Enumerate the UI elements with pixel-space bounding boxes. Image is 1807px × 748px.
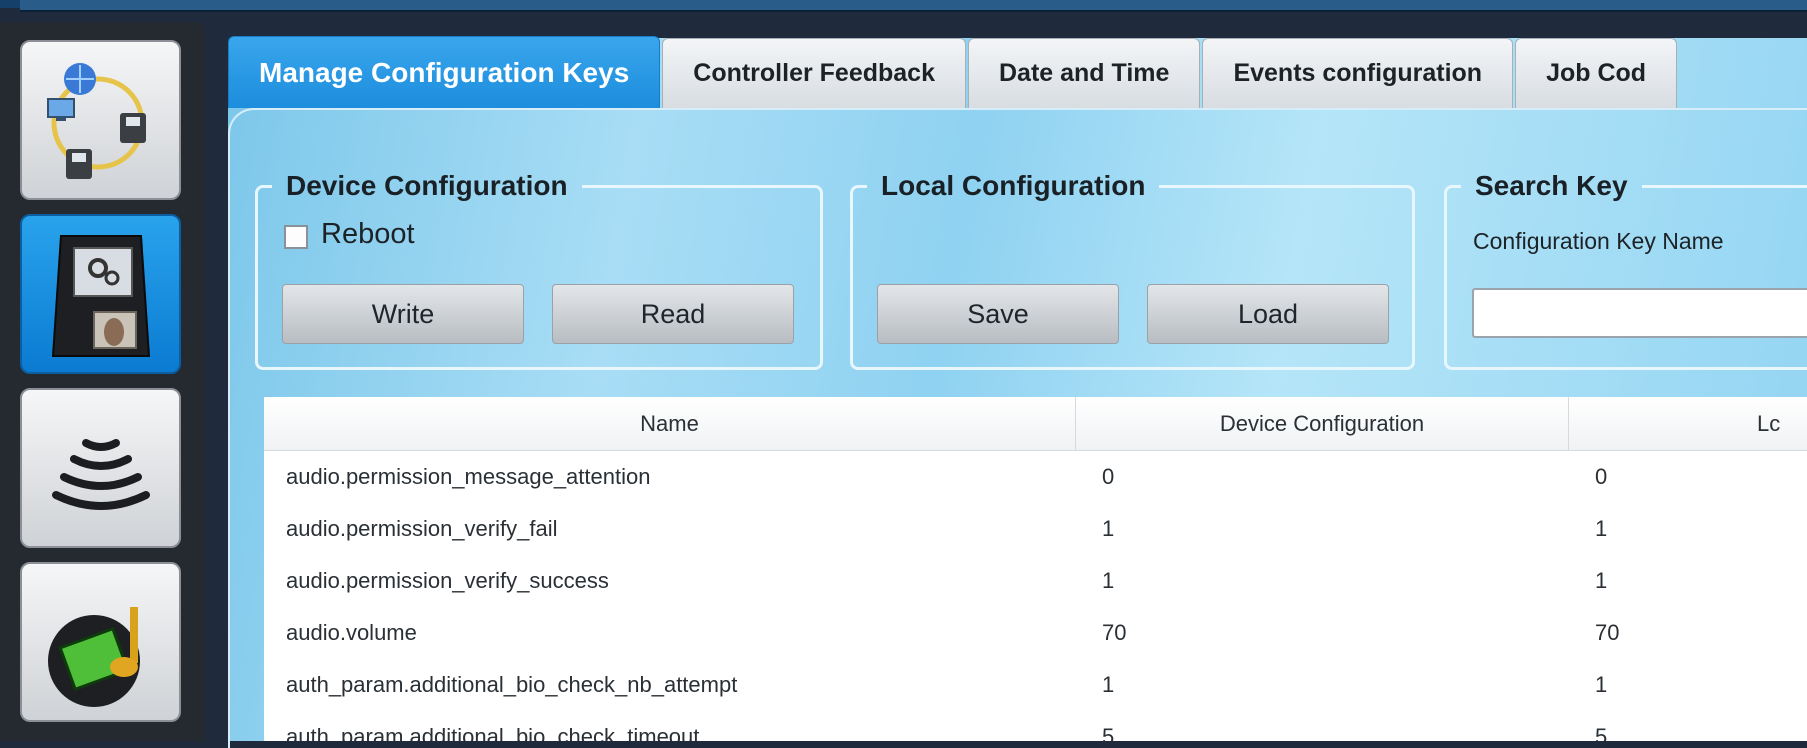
table-row[interactable]: audio.permission_verify_fail 1 1 bbox=[264, 503, 1807, 555]
device-configuration-legend: Device Configuration bbox=[286, 170, 568, 201]
table-row[interactable]: audio.permission_message_attention 0 0 bbox=[264, 451, 1807, 503]
cell-key-name: audio.permission_message_attention bbox=[286, 464, 651, 489]
cell-device-value: 1 bbox=[1102, 568, 1115, 593]
cell-local-value: 70 bbox=[1595, 620, 1620, 645]
terminal-config-icon bbox=[51, 235, 150, 357]
cell-local-value: 0 bbox=[1595, 464, 1608, 489]
read-button[interactable]: Read bbox=[552, 284, 794, 344]
tab-events-configuration[interactable]: Events configuration bbox=[1202, 38, 1514, 108]
dock-item-multimedia[interactable] bbox=[20, 562, 181, 722]
local-configuration-legend: Local Configuration bbox=[881, 170, 1146, 201]
tab-controller-feedback[interactable]: Controller Feedback bbox=[662, 38, 966, 108]
configuration-keys-table: Name Device Configuration Lc audio.permi… bbox=[264, 397, 1807, 741]
column-header-device-configuration[interactable]: Device Configuration bbox=[1076, 397, 1569, 450]
write-button[interactable]: Write bbox=[282, 284, 524, 344]
column-header-name[interactable]: Name bbox=[264, 397, 1076, 450]
app-sidebar bbox=[0, 22, 205, 741]
cell-device-value: 0 bbox=[1102, 464, 1115, 489]
configuration-key-name-input[interactable] bbox=[1472, 288, 1807, 338]
cell-local-value: 1 bbox=[1595, 568, 1608, 593]
cell-key-name: auth_param.additional_bio_check_nb_attem… bbox=[286, 672, 738, 697]
wireless-signal-icon bbox=[51, 439, 150, 510]
table-row[interactable]: auth_param.additional_bio_check_nb_attem… bbox=[264, 659, 1807, 711]
column-header-local-configuration[interactable]: Lc bbox=[1569, 397, 1807, 450]
reboot-label: Reboot bbox=[321, 218, 415, 250]
cell-key-name: audio.permission_verify_success bbox=[286, 568, 609, 593]
tab-job-codes[interactable]: Job Cod bbox=[1515, 38, 1678, 108]
cell-key-name: audio.permission_verify_fail bbox=[286, 516, 558, 541]
multimedia-icon bbox=[47, 607, 140, 707]
cell-key-name: audio.volume bbox=[286, 620, 417, 645]
save-button[interactable]: Save bbox=[877, 284, 1119, 344]
dock-item-terminal[interactable] bbox=[20, 214, 181, 374]
cell-device-value: 1 bbox=[1102, 672, 1115, 697]
tab-manage-configuration-keys[interactable]: Manage Configuration Keys bbox=[228, 36, 661, 108]
search-key-legend: Search Key bbox=[1475, 170, 1628, 201]
table-row[interactable]: auth_param.additional_bio_check_timeout … bbox=[264, 711, 1807, 741]
dock-item-network[interactable] bbox=[20, 40, 181, 200]
network-devices-icon bbox=[46, 63, 146, 179]
search-key-group: Search Key bbox=[1444, 170, 1807, 370]
table-row[interactable]: audio.permission_verify_success 1 1 bbox=[264, 555, 1807, 607]
load-button[interactable]: Load bbox=[1147, 284, 1389, 344]
tab-strip: Manage Configuration Keys Controller Fee… bbox=[228, 36, 1679, 108]
cell-local-value: 1 bbox=[1595, 516, 1608, 541]
tab-date-and-time[interactable]: Date and Time bbox=[968, 38, 1201, 108]
dock-item-wireless[interactable] bbox=[20, 388, 181, 548]
cell-device-value: 1 bbox=[1102, 516, 1115, 541]
cell-key-name: auth_param.additional_bio_check_timeout bbox=[286, 724, 700, 741]
cell-device-value: 5 bbox=[1102, 724, 1115, 741]
table-header: Name Device Configuration Lc bbox=[264, 397, 1807, 451]
reboot-checkbox[interactable] bbox=[284, 225, 308, 249]
window-top-bar bbox=[0, 0, 1807, 12]
cell-local-value: 1 bbox=[1595, 672, 1608, 697]
table-row[interactable]: audio.volume 70 70 bbox=[264, 607, 1807, 659]
cell-device-value: 70 bbox=[1102, 620, 1127, 645]
cell-local-value: 5 bbox=[1595, 724, 1608, 741]
configuration-key-name-label: Configuration Key Name bbox=[1473, 228, 1724, 254]
